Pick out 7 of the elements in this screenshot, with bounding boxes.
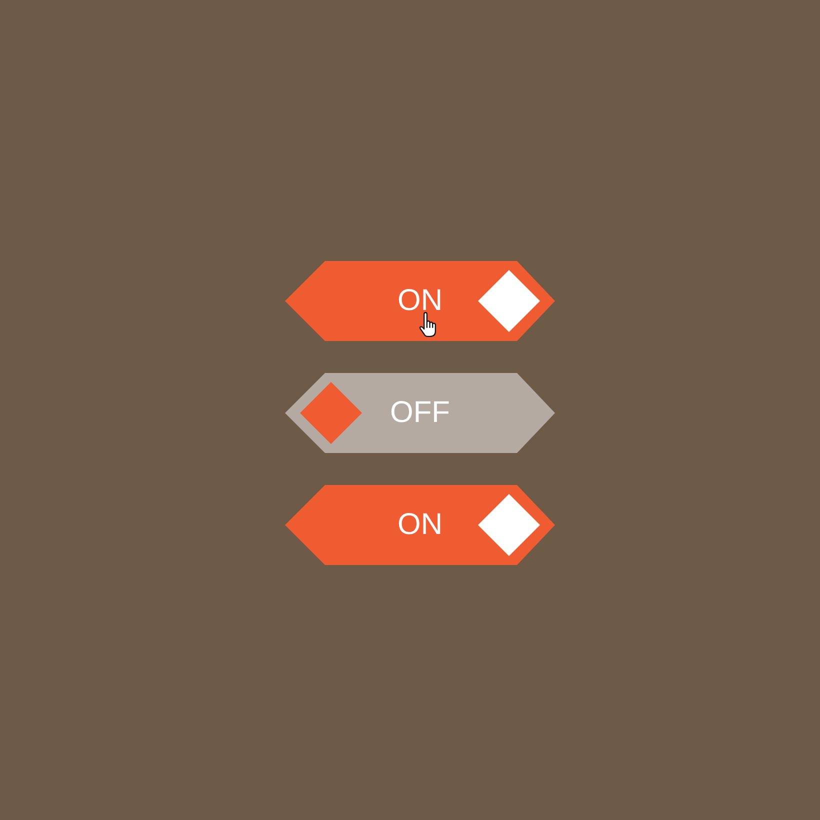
toggle-switch[interactable]: ON bbox=[285, 261, 555, 341]
diamond-knob-icon bbox=[478, 494, 540, 556]
diamond-knob-icon bbox=[478, 270, 540, 332]
diamond-knob-icon bbox=[300, 382, 362, 444]
toggle-switch[interactable]: OFF bbox=[285, 373, 555, 453]
toggle-switch[interactable]: ON bbox=[285, 485, 555, 565]
hand-cursor-icon bbox=[419, 312, 436, 337]
